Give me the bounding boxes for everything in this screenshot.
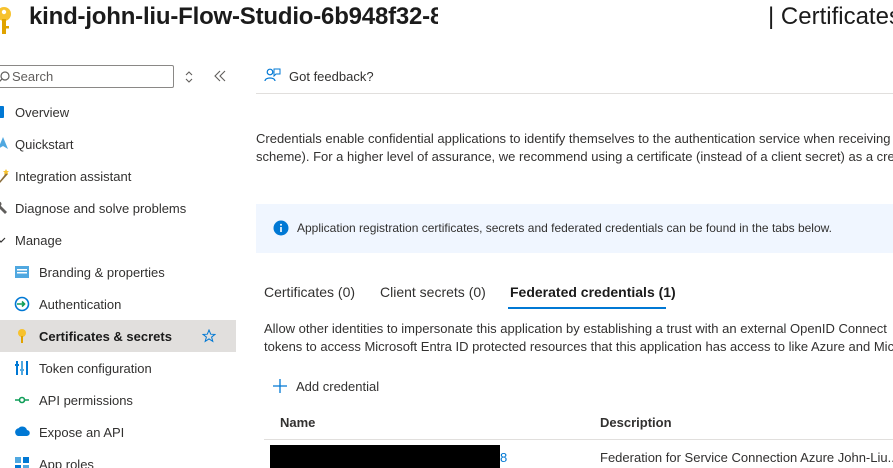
page-title: | Certificates: [768, 3, 893, 30]
description-line: Credentials enable confidential applicat…: [256, 131, 891, 146]
table-row: 8 Federation for Service Connection Azur…: [264, 441, 893, 468]
sidebar: Overview Quickstart Integration assistan…: [0, 60, 236, 468]
nav-item-label: Authentication: [39, 296, 122, 312]
nav-item-integration-assistant[interactable]: Integration assistant: [0, 160, 236, 192]
tab-client-secrets[interactable]: Client secrets (0): [380, 284, 486, 300]
tab-description-line: tokens to access Microsoft Entra ID prot…: [264, 339, 893, 354]
app-title: kind-john-liu-Flow-Studio-6b948f32-8: [29, 3, 438, 30]
nav-group-label: Manage: [15, 232, 62, 248]
app-roles-icon: [15, 457, 29, 468]
nav-item-label: Expose an API: [39, 424, 125, 440]
tab-strip: Certificates (0) Client secrets (0) Fede…: [256, 278, 893, 309]
nav-item-expose-api[interactable]: Expose an API: [0, 416, 236, 448]
nav-item-app-roles[interactable]: App roles: [0, 448, 236, 468]
token-configuration-icon: [15, 361, 28, 375]
quickstart-icon: [0, 137, 8, 149]
active-tab-indicator: [508, 307, 666, 309]
command-bar: Got feedback?: [256, 60, 893, 94]
authentication-icon: [14, 296, 30, 312]
blade-header: kind-john-liu-Flow-Studio-6b948f32-8 | C…: [0, 0, 893, 40]
feedback-label: Got feedback?: [289, 68, 374, 84]
search-box[interactable]: [0, 65, 174, 88]
nav-item-certificates-secrets[interactable]: Certificates & secrets: [0, 320, 236, 352]
nav-item-branding[interactable]: Branding & properties: [0, 256, 236, 288]
expose-api-icon: [15, 426, 30, 437]
nav-item-label: Quickstart: [15, 136, 74, 152]
tab-description: Allow other identities to impersonate th…: [264, 320, 893, 356]
key-icon: [0, 7, 11, 34]
column-header-name[interactable]: Name: [280, 415, 315, 430]
feedback-button[interactable]: Got feedback?: [264, 68, 374, 84]
nav-item-overview[interactable]: Overview: [0, 96, 236, 128]
collapse-sidebar-icon[interactable]: [213, 70, 227, 82]
nav-item-authentication[interactable]: Authentication: [0, 288, 236, 320]
nav-group-manage[interactable]: Manage: [0, 224, 236, 256]
overview-icon: [0, 106, 4, 118]
nav-item-label: Token configuration: [39, 360, 152, 376]
tab-federated-credentials[interactable]: Federated credentials (1): [510, 284, 676, 300]
nav-item-label: Diagnose and solve problems: [15, 200, 187, 216]
nav-item-diagnose[interactable]: Diagnose and solve problems: [0, 192, 236, 224]
nav-item-label: Certificates & secrets: [39, 328, 172, 344]
nav-item-quickstart[interactable]: Quickstart: [0, 128, 236, 160]
api-permissions-icon: [15, 396, 29, 404]
feedback-icon: [264, 68, 281, 82]
tab-description-line: Allow other identities to impersonate th…: [264, 321, 887, 336]
info-icon: [273, 220, 289, 236]
star-icon[interactable]: [202, 329, 216, 343]
diagnose-icon: [0, 201, 7, 214]
plus-icon: [273, 379, 287, 393]
nav-item-label: API permissions: [39, 392, 133, 408]
column-header-description[interactable]: Description: [600, 415, 672, 430]
table-header: Name Description: [264, 406, 893, 440]
add-credential-label: Add credential: [296, 378, 380, 394]
credential-name-link[interactable]: 8: [500, 450, 507, 465]
chevron-down-icon: [0, 237, 6, 243]
main-content: Got feedback? Credentials enable confide…: [256, 60, 893, 468]
nav-item-label: Integration assistant: [15, 168, 132, 184]
info-banner-text: Application registration certificates, s…: [297, 221, 832, 235]
page-description: Credentials enable confidential applicat…: [256, 130, 893, 166]
add-credential-button[interactable]: Add credential: [272, 378, 379, 394]
search-icon: [0, 71, 10, 82]
nav-item-token-configuration[interactable]: Token configuration: [0, 352, 236, 384]
nav-item-label: App roles: [39, 456, 94, 468]
nav-item-label: Overview: [15, 104, 70, 120]
branding-icon: [15, 266, 29, 278]
tab-certificates[interactable]: Certificates (0): [264, 284, 355, 300]
info-banner: Application registration certificates, s…: [256, 204, 893, 253]
nav-item-label: Branding & properties: [39, 264, 165, 280]
integration-assistant-icon: [0, 169, 9, 183]
credential-description: Federation for Service Connection Azure …: [600, 450, 893, 465]
key-icon: [18, 329, 26, 343]
nav-item-api-permissions[interactable]: API permissions: [0, 384, 236, 416]
redacted-block: [270, 445, 500, 468]
description-line: scheme). For a higher level of assurance…: [256, 149, 893, 164]
sort-icon[interactable]: [183, 70, 195, 84]
search-input[interactable]: [12, 68, 167, 85]
